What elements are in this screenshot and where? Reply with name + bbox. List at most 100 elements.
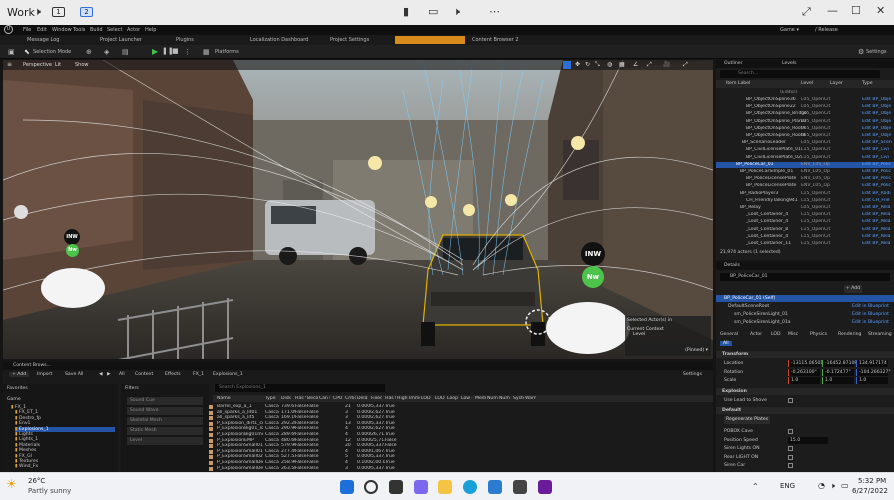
maximize-icon[interactable]: ☐ (851, 4, 861, 17)
component-row[interactable]: sm_PoliceSirenLight_01 Edit in Blueprint (716, 311, 894, 318)
folder-item[interactable]: ▮ Env1 (15, 421, 30, 426)
outliner-row[interactable]: _Loot_Container_4 L15_OpenCit Edit BP_Rela (716, 212, 894, 219)
sequencer-icon[interactable]: ▤ (122, 48, 129, 56)
filter-actor[interactable]: Actor (750, 332, 762, 337)
default-row-value[interactable] (788, 429, 793, 434)
clock-time[interactable]: 5:32 PM (858, 477, 886, 485)
editor-title[interactable]: Game ▾ (780, 27, 799, 33)
default-row-value[interactable] (788, 463, 793, 468)
filter-chip[interactable]: Static Mesh (127, 427, 203, 435)
section-default[interactable]: Default (716, 407, 894, 414)
folder-item[interactable]: ▮ Explosions_1 (15, 426, 115, 432)
menu-actor[interactable]: Actor (127, 27, 140, 33)
outliner-search-input[interactable]: Search... (720, 70, 880, 78)
outliner-row-type[interactable]: Edit BP_Obje (862, 97, 891, 104)
column-header[interactable]: LOD Meth (435, 396, 446, 401)
add-component-button[interactable]: + Add (844, 285, 862, 293)
column-header[interactable]: Can be Di (319, 396, 330, 401)
clock-date[interactable]: 6/27/2022 (852, 487, 888, 495)
favorites-header[interactable]: Favorites (7, 386, 28, 391)
column-header[interactable]: Name (217, 396, 263, 401)
default-row-value[interactable] (788, 446, 793, 451)
outliner-row-type[interactable]: Edit BP_Rela (862, 212, 890, 219)
column-header[interactable]: Warmup (525, 396, 536, 401)
folder-item[interactable]: ▮ Lights_1 (15, 437, 38, 442)
outliner-row-type[interactable]: Edit BP_Rela (862, 227, 890, 234)
outliner-row-type[interactable]: Edit BP_Civi (862, 155, 889, 162)
folder-item[interactable]: ▮ FX_ET_1 (15, 410, 38, 415)
outliner-row-type[interactable]: Edit BP_Rela (862, 241, 890, 248)
outliner-row[interactable]: BP_PoliceCar_01 ENV_L05_Op Edit BP_Polic (716, 161, 894, 169)
filter-lod[interactable]: LOD (771, 332, 781, 337)
outliner-row[interactable]: BP_RadioPlayer3 L15_OpenCit Edit BP_Radi (716, 191, 894, 198)
level-label[interactable]: Level (633, 332, 709, 337)
column-header[interactable]: Becomes (307, 396, 318, 401)
unreal-editor-icon[interactable] (538, 480, 552, 494)
nw-badge-icon[interactable]: Nw (66, 244, 79, 257)
outliner-row[interactable]: _Loot_Container_8 L15_OpenCit Edit BP_Rela (716, 227, 894, 234)
column-header[interactable]: Low End (461, 396, 472, 401)
menu-help[interactable]: Help (145, 27, 156, 33)
weather-icon[interactable]: ☀ (6, 477, 17, 491)
task-view-icon[interactable] (389, 480, 403, 494)
filter-chip[interactable]: Sound Wave (127, 407, 203, 415)
outliner-row-type[interactable]: Edit BP_Obje (862, 119, 891, 126)
column-header[interactable]: Delay (357, 396, 368, 401)
explosion-row[interactable]: Use Lead to Shove (716, 397, 894, 404)
column-header[interactable]: Critical B (345, 396, 356, 401)
filter-chip[interactable]: Sound Cue (127, 397, 203, 405)
breadcrumb-content[interactable]: Content (135, 372, 153, 377)
weather-temp[interactable]: 26°C (28, 477, 45, 485)
save-all-button[interactable]: Save All (65, 372, 83, 377)
import-button[interactable]: Import (37, 372, 52, 377)
minimize-icon[interactable]: — (827, 4, 838, 17)
desktop-1-button[interactable]: 1 (52, 7, 65, 17)
outliner-row-type[interactable]: Edit BP_Civi (862, 147, 889, 154)
outliner-row[interactable]: BP_ObjectOnSpline_Planar L05_OpenCit Edit … (716, 119, 894, 126)
column-header[interactable]: High End (397, 396, 408, 401)
transform-value-field[interactable]: 1.0 (856, 377, 888, 384)
teams-icon[interactable] (414, 480, 428, 494)
menu-file[interactable]: File (23, 27, 31, 33)
blueprint-icon[interactable]: ◈ (104, 48, 109, 56)
menu-tools[interactable]: Tools (73, 27, 85, 33)
column-header[interactable]: Medium F (475, 396, 486, 401)
filter-chip[interactable]: Skeletal Mesh (127, 417, 203, 425)
component-self-row[interactable]: BP_PoliceCar_01 (Self) (716, 295, 894, 302)
perspective-button[interactable]: Perspective (23, 62, 52, 68)
pinned-dropdown[interactable]: (Pinned) ▾ (685, 348, 708, 353)
outliner-row-type[interactable]: Edit BP_Polic (862, 169, 891, 176)
forward-icon[interactable]: ▶ (107, 372, 111, 377)
tab-plugins[interactable]: Plugins (176, 37, 194, 43)
breadcrumb-all[interactable]: All (119, 372, 125, 377)
outliner-row[interactable]: BP_PoliceLicensePlate ENV_L05_Op Edit BP_P… (716, 176, 894, 183)
grid-snap-icon[interactable]: ▦ (619, 61, 625, 68)
col-level[interactable]: Level (801, 81, 813, 86)
outliner-row[interactable]: BP_PoliceLicensePlate ENV_L05_Op Edit BP_P… (716, 183, 894, 190)
default-row[interactable]: Siren Car (716, 462, 894, 469)
desktop-2-button[interactable]: 2 (80, 7, 93, 17)
signal-icon[interactable]: ▮ (403, 5, 409, 18)
play-options-icon[interactable]: ⋮ (184, 48, 191, 56)
outliner-row-type[interactable]: Edit BP_Rela (862, 219, 890, 226)
transform-value-field[interactable]: -0.263100° (788, 368, 820, 376)
tab-levels[interactable]: Levels (782, 61, 797, 66)
column-header[interactable]: Num Emit (487, 396, 498, 401)
column-header[interactable]: Fixed Bou (371, 396, 382, 401)
play-icon[interactable]: ▶ (152, 47, 158, 56)
wifi-icon[interactable]: ◔ (818, 481, 825, 490)
outliner-row[interactable]: BP_CivilLicensePlate_02 L15_OpenCit Edit B… (716, 155, 894, 162)
column-header[interactable]: Num LOD (499, 396, 510, 401)
unity-icon[interactable] (513, 480, 527, 494)
weather-desc[interactable]: Partly sunny (28, 487, 71, 495)
breadcrumb-effects[interactable]: Effects (165, 372, 181, 377)
outliner-row-type[interactable]: Edit BP_Polic (862, 162, 891, 169)
outliner-row-type[interactable]: Edit BP_Radi (862, 191, 891, 198)
maximize-viewport-icon[interactable]: ⤢ (683, 61, 688, 69)
default-row-value[interactable] (788, 454, 793, 460)
content-settings-button[interactable]: Settings (683, 372, 702, 377)
default-row-value[interactable]: 15.0 (788, 436, 828, 444)
column-header[interactable]: System U (513, 396, 524, 401)
folder-item[interactable]: ▮ Meshes (15, 448, 36, 453)
use-lead-checkbox[interactable] (788, 398, 793, 403)
